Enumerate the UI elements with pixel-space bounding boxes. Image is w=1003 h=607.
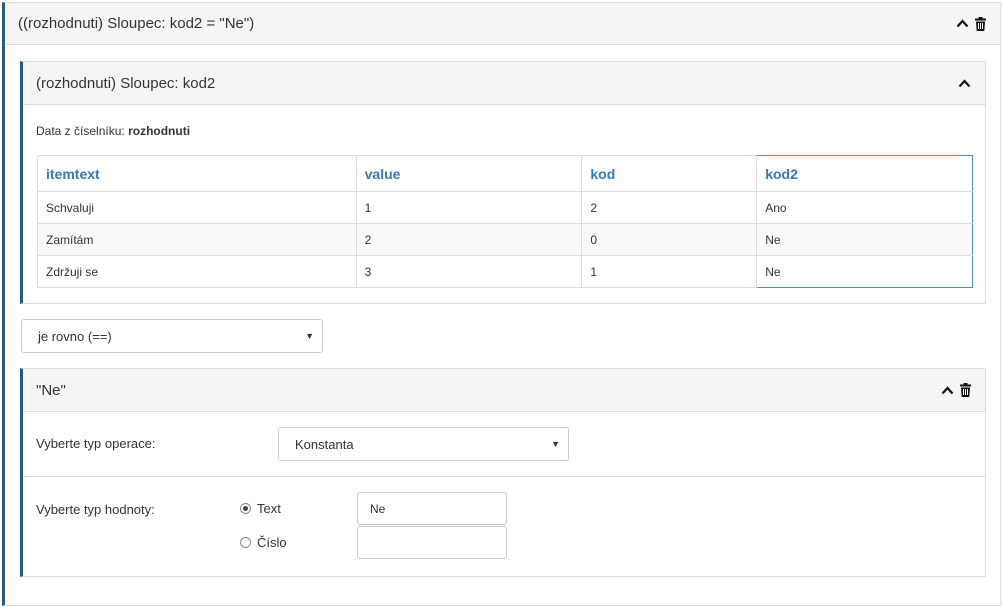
text-value: Ne [370,501,386,516]
table-cell: 3 [355,255,583,288]
value-panel-title: "Ne" [36,381,66,399]
chevron-up-icon[interactable] [958,78,971,88]
table-cell: Ne [756,223,973,256]
column-panel-header[interactable]: (rozhodnuti) Sloupec: kod2 [23,62,985,105]
operation-type-value: Konstanta [295,436,354,452]
table-header-row: itemtext value kod kod2 [37,155,973,192]
column-header-selected[interactable]: kod2 [756,155,973,192]
table-cell: 2 [355,223,583,256]
condition-panel: ((rozhodnuti) Sloupec: kod2 = "Ne") (roz… [2,2,1001,606]
divider [23,476,985,477]
number-value-input[interactable] [357,526,507,559]
table-cell: 0 [581,223,758,256]
value-panel-header[interactable]: "Ne" [23,369,985,412]
operation-type-select[interactable]: Konstanta ▼ [278,427,569,461]
caret-down-icon: ▼ [551,439,560,449]
codelist-table: itemtext value kod kod2 Schvaluji 1 2 An… [37,155,973,288]
condition-panel-header[interactable]: ((rozhodnuti) Sloupec: kod2 = "Ne") [5,3,1000,45]
value-type-label: Vyberte typ hodnoty: [36,502,155,517]
table-row: Schvaluji 1 2 Ano [37,191,973,224]
radio-icon[interactable] [240,537,251,548]
column-header[interactable]: itemtext [37,155,357,192]
trash-icon[interactable] [960,383,971,397]
operation-type-label: Vyberte typ operace: [36,436,156,451]
radio-icon[interactable] [240,503,251,514]
table-cell: Ano [756,191,973,224]
table-cell: Zamítám [37,223,357,256]
table-cell: 1 [581,255,758,288]
radio-text-label: Text [257,501,281,516]
table-cell: Ne [756,255,973,288]
table-cell: 2 [581,191,758,224]
table-cell: 1 [355,191,583,224]
value-panel: "Ne" Vyberte typ operace: Konstanta ▼ Vy… [20,368,986,577]
column-panel-title: (rozhodnuti) Sloupec: kod2 [36,74,216,92]
chevron-up-icon[interactable] [956,19,969,28]
codelist-source: Data z číselníku: rozhodnuti [36,124,190,138]
codelist-name: rozhodnuti [128,124,191,138]
column-header[interactable]: value [355,155,583,192]
operator-select[interactable]: je rovno (==) ▼ [21,319,323,353]
codelist-source-prefix: Data z číselníku: [36,124,125,138]
radio-number[interactable]: Číslo [240,535,287,550]
chevron-up-icon[interactable] [941,385,954,395]
table-cell: Schvaluji [37,191,357,224]
trash-icon[interactable] [975,16,986,31]
condition-title: ((rozhodnuti) Sloupec: kod2 = "Ne") [18,15,255,32]
table-row: Zamítám 2 0 Ne [37,223,973,256]
column-header[interactable]: kod [581,155,758,192]
caret-down-icon: ▼ [305,331,314,341]
radio-text[interactable]: Text [240,501,281,516]
table-row: Zdržuji se 3 1 Ne [37,255,973,288]
table-cell: Zdržuji se [37,255,357,288]
column-panel: (rozhodnuti) Sloupec: kod2 Data z číseln… [20,61,986,304]
radio-number-label: Číslo [257,535,287,550]
text-value-input[interactable]: Ne [357,492,507,525]
operator-select-value: je rovno (==) [38,328,112,344]
